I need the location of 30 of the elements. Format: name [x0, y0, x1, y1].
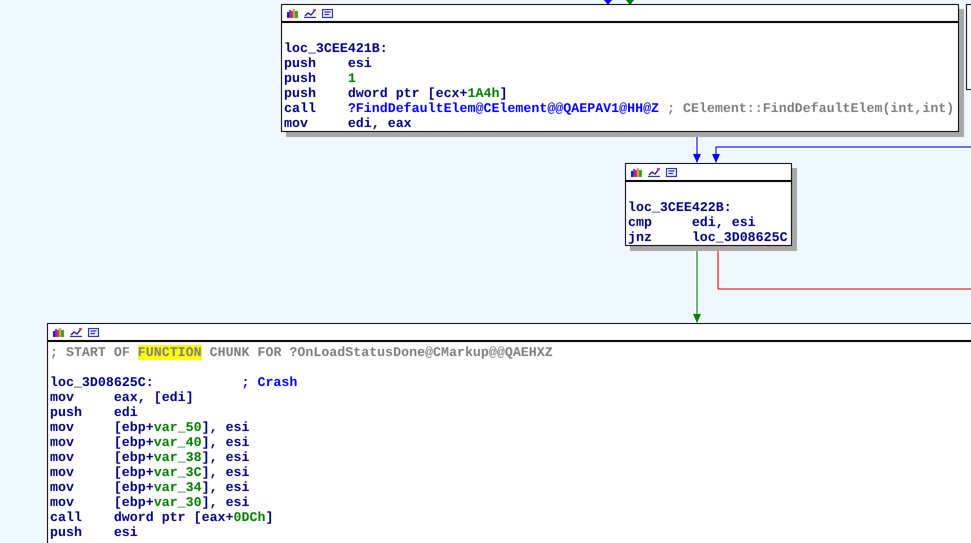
code-line: call ?FindDefaultElem@CElement@@QAEPAV1@HH@Z ; CElement::FindDefaultElem(int,int) [284, 101, 954, 116]
code-line: call dword ptr [eax+0DCh] [50, 510, 274, 525]
code-line: cmp edi, esi [628, 215, 756, 230]
chart-icon[interactable] [53, 328, 64, 336]
code-label: loc_3D08625C: ; Crash [50, 375, 298, 390]
chart-icon[interactable] [287, 8, 298, 18]
line-chart-icon[interactable] [648, 168, 660, 176]
code-line: mov eax, [edi] [50, 390, 194, 405]
code-line: push dword ptr [ecx+1A4h] [284, 86, 508, 101]
code-label: loc_3CEE422B: [628, 200, 733, 215]
code-line: push esi [284, 56, 372, 71]
code-line: jnz loc_3D08625C [628, 230, 788, 245]
line-chart-icon[interactable] [304, 8, 316, 18]
code-line: mov [ebp+var_30], esi [50, 495, 250, 510]
code-line: mov [ebp+var_38], esi [50, 450, 250, 465]
code-line: mov [ebp+var_3C], esi [50, 465, 250, 480]
code-line: push esi [50, 525, 138, 540]
code-line: mov [ebp+var_40], esi [50, 435, 250, 450]
code-line: push 1 [284, 71, 356, 86]
code-line: mov edi, eax [284, 116, 412, 131]
code-line: push edi [50, 405, 138, 420]
text-box-icon[interactable] [322, 8, 333, 18]
code-line: mov [ebp+var_34], esi [50, 480, 250, 495]
code-line: mov [ebp+var_50], esi [50, 420, 250, 435]
line-chart-icon[interactable] [70, 328, 82, 336]
code-label: loc_3CEE421B: [284, 41, 389, 56]
chart-icon[interactable] [631, 168, 642, 176]
text-box-icon[interactable] [666, 168, 677, 176]
code-comment: ; START OF FUNCTION CHUNK FOR ?OnLoadStatusDone@CMarkup@@QAEHXZ [50, 345, 553, 360]
text-box-icon[interactable] [88, 328, 99, 336]
